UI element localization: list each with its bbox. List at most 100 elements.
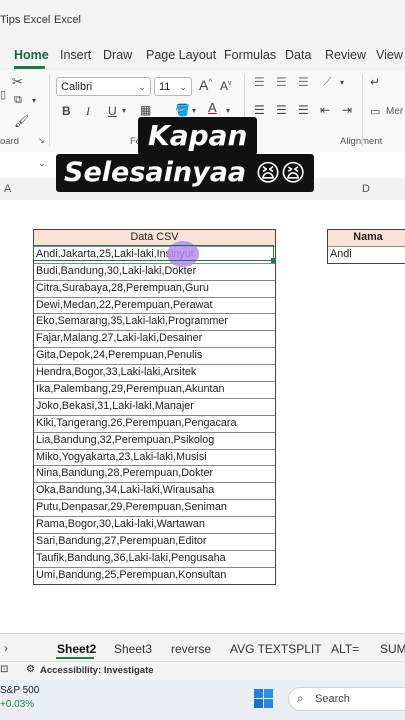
taskbar-search-box[interactable]: ⌕ Search	[288, 687, 405, 711]
orientation-dropdown-icon[interactable]: ▾	[340, 78, 344, 87]
sheet-tab-avg-textsplit[interactable]: AVG TEXTSPLIT	[230, 642, 322, 656]
csv-row-cell[interactable]: Dewi,Medan,22,Perempuan,Perawat	[34, 298, 275, 315]
wrap-text-icon[interactable]: ↵	[370, 75, 380, 89]
borders-icon[interactable]: ▦	[140, 103, 151, 117]
accessibility-status[interactable]: Accessibility: Investigate	[40, 665, 154, 676]
sheet-tab-sum[interactable]: SUM	[380, 642, 405, 656]
csv-row-cell[interactable]: Sari,Bandung,27,Perempuan,Editor	[34, 534, 275, 551]
csv-row-cell[interactable]: Umi,Bandung,25,Perempuan,Konsultan	[34, 568, 275, 584]
csv-row-cell[interactable]: Budi,Bandung,30,Laki-laki,Dokter	[34, 264, 275, 281]
font-color-button[interactable]: A	[208, 100, 217, 115]
chevron-right-icon[interactable]: ›	[4, 641, 8, 655]
align-bottom-icon[interactable]: ☰	[298, 75, 309, 89]
underline-button[interactable]: U	[108, 104, 117, 118]
csv-row-cell[interactable]: Putu,Denpasar,29,Perempuan,Seniman	[34, 500, 275, 518]
align-top-icon[interactable]: ☰	[254, 75, 265, 89]
align-center-icon[interactable]: ☰	[276, 103, 287, 117]
tab-review[interactable]: Review	[325, 48, 366, 62]
shrink-font-button[interactable]: Av	[220, 79, 232, 93]
app-name: Excel	[54, 14, 81, 26]
copy-icon[interactable]: ⧉	[14, 94, 22, 107]
stock-name[interactable]: S&P 500	[0, 685, 39, 696]
copy-dropdown-icon[interactable]: ▾	[32, 96, 36, 105]
csv-row-cell[interactable]: Oka,Bandung,34,Laki-laki,Wirausaha	[34, 483, 275, 501]
column-a-letter[interactable]: A	[4, 183, 11, 195]
merge-icon[interactable]: ▭	[370, 105, 380, 118]
fill-dropdown-icon[interactable]: ▾	[192, 106, 196, 115]
spreadsheet-grid[interactable]: Data CSV Andi,Jakarta,25,Laki-laki,Insin…	[0, 200, 405, 633]
font-color-dropdown-icon[interactable]: ▾	[226, 106, 230, 115]
underline-dropdown-icon[interactable]: ▾	[122, 106, 126, 115]
csv-row-cell[interactable]: Taufik,Bandung,36,Laki-laki,Pengusaha	[34, 551, 275, 568]
csv-row-cell[interactable]: Nina,Bandung,28,Perempuan,Dokter	[34, 466, 275, 484]
font-size-dropdown[interactable]: 11 ⌄	[154, 77, 192, 96]
align-middle-icon[interactable]: ☰	[276, 75, 287, 89]
window-title: Tips Excel	[0, 14, 51, 26]
paste-icon[interactable]: ▯	[0, 88, 6, 101]
windows-start-icon[interactable]	[254, 689, 274, 709]
nama-header-cell[interactable]: Nama	[328, 230, 405, 247]
ribbon-tabs: Home Insert Draw Page Layout Formulas Da…	[0, 42, 405, 70]
tab-formulas[interactable]: Formulas	[224, 48, 276, 62]
chevron-down-icon: ⌄	[179, 82, 187, 92]
sheet-tab-alt[interactable]: ALT=	[331, 642, 359, 656]
column-d-letter[interactable]: D	[362, 183, 370, 195]
tab-data[interactable]: Data	[285, 48, 311, 62]
name-box-dropdown-icon[interactable]: ⌄	[38, 158, 46, 169]
nama-cell[interactable]: Andi	[328, 247, 405, 263]
orientation-icon[interactable]: ⟋	[323, 75, 331, 90]
csv-row-cell[interactable]: Gita,Depok,24,Perempuan,Penulis	[34, 348, 275, 366]
csv-row-cell[interactable]: Miko,Yogyakarta,23,Laki-laki,Musisi	[34, 450, 275, 467]
csv-row-cell[interactable]: Joko,Bekasi,31,Laki-laki,Manajer	[34, 399, 275, 416]
csv-row-cell[interactable]: Lia,Bandung,32,Perempuan,Psikolog	[34, 433, 275, 450]
active-sheet-indicator	[56, 657, 94, 659]
tab-insert[interactable]: Insert	[60, 48, 91, 62]
sheet-tab-sheet2[interactable]: Sheet2	[57, 642, 96, 656]
csv-row-cell[interactable]: Hendra,Bogor,33,Laki-laki,Arsitek	[34, 365, 275, 383]
selected-cell-outline	[33, 245, 274, 261]
sheet-tab-reverse[interactable]: reverse	[171, 642, 211, 656]
font-name-dropdown[interactable]: Calibri ⌄	[56, 77, 151, 96]
tab-page-layout[interactable]: Page Layout	[146, 48, 216, 62]
cut-icon[interactable]: ✂	[12, 74, 23, 90]
sheet-tabs: › Sheet2 Sheet3 reverse AVG TEXTSPLIT AL…	[0, 633, 405, 662]
align-left-icon[interactable]: ☰	[254, 103, 265, 117]
tab-home[interactable]: Home	[14, 48, 49, 62]
status-bar: ⊡ ⚙ Accessibility: Investigate	[0, 661, 405, 681]
font-name-value: Calibri	[61, 81, 93, 93]
accessibility-icon[interactable]: ⚙	[26, 664, 35, 675]
caption-emoji: 😫😫	[255, 159, 306, 187]
search-icon: ⌕	[297, 691, 304, 705]
clipboard-group-label: oard	[0, 136, 20, 147]
taskbar: S&P 500 +0.03% ⌕ Search	[0, 680, 405, 720]
caption-text-1: Kapan	[148, 119, 248, 152]
macro-icon[interactable]: ⊡	[0, 664, 8, 675]
title-separator: -	[44, 14, 48, 26]
fill-color-icon[interactable]: 🪣	[175, 103, 190, 117]
increase-indent-icon[interactable]: ⇥	[342, 103, 352, 117]
format-painter-icon[interactable]: 🖌	[14, 114, 29, 128]
merge-label: Mer	[386, 106, 404, 117]
csv-row-cell[interactable]: Citra,Surabaya,28,Perempuan,Guru	[34, 281, 275, 298]
tab-view[interactable]: View	[376, 48, 403, 62]
tab-draw[interactable]: Draw	[103, 48, 132, 62]
font-size-value: 11	[159, 81, 171, 93]
group-separator	[362, 74, 363, 146]
group-separator	[49, 74, 50, 146]
clipboard-launcher-icon[interactable]: ↘	[38, 136, 45, 145]
title-bar: Tips Excel - Excel	[0, 0, 405, 42]
grow-font-button[interactable]: A^	[199, 77, 212, 93]
decrease-indent-icon[interactable]: ⇤	[320, 103, 330, 117]
csv-row-cell[interactable]: Kiki,Tangerang,26,Perempuan,Pengacara	[34, 416, 275, 433]
csv-row-cell[interactable]: Eko,Semarang,35,Laki-laki,Programmer	[34, 314, 275, 332]
csv-data-table: Data CSV Andi,Jakarta,25,Laki-laki,Insin…	[33, 229, 276, 585]
fill-handle[interactable]	[271, 258, 276, 263]
bold-button[interactable]: B	[62, 104, 71, 118]
align-right-icon[interactable]: ☰	[298, 103, 309, 117]
nama-table: Nama Andi	[327, 229, 405, 264]
italic-button[interactable]: I	[86, 104, 90, 119]
csv-row-cell[interactable]: Rama,Bogor,30,Laki-laki,Wartawan	[34, 517, 275, 535]
csv-row-cell[interactable]: Fajar,Malang,27,Laki-laki,Desainer	[34, 331, 275, 349]
sheet-tab-sheet3[interactable]: Sheet3	[114, 642, 152, 656]
csv-row-cell[interactable]: Ika,Palembang,29,Perempuan,Akuntan	[34, 382, 275, 399]
